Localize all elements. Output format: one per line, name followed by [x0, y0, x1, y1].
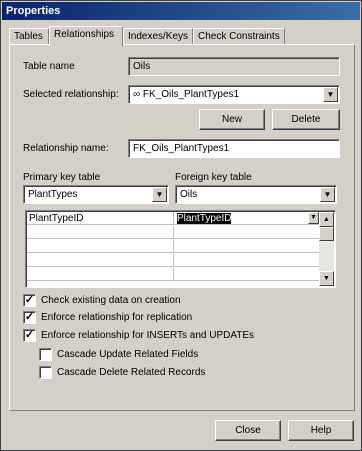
enforce-inserts-updates-label[interactable]: Enforce relationship for INSERTs and UPD… [41, 330, 254, 341]
enforce-replication-label[interactable]: Enforce relationship for replication [41, 312, 192, 323]
table-name-label: Table name [23, 61, 75, 72]
foreign-key-table-label: Foreign key table [175, 172, 252, 183]
primary-column-cell[interactable] [27, 240, 174, 253]
table-name-value: Oils [133, 61, 151, 72]
selected-relationship-value: ∞ FK_Oils_PlantTypes1 [133, 89, 240, 100]
help-button[interactable]: Help [288, 420, 354, 441]
foreign-key-table-value: Oils [180, 189, 198, 200]
primary-key-table-value: PlantTypes [28, 189, 78, 200]
grid-row[interactable] [27, 226, 320, 239]
selected-relationship-label: Selected relationship: [23, 89, 119, 100]
check-existing-checkbox[interactable]: ✓ [23, 294, 36, 307]
chevron-down-icon[interactable]: ▼ [308, 212, 319, 224]
window-title: Properties [6, 5, 61, 17]
relationship-name-value: FK_Oils_PlantTypes1 [133, 143, 230, 154]
primary-column-cell[interactable] [27, 254, 174, 267]
relationship-name-input[interactable]: FK_Oils_PlantTypes1 [128, 139, 340, 158]
cascade-update-label[interactable]: Cascade Update Related Fields [57, 349, 198, 360]
grid-row[interactable]: PlantTypeID PlantTypeID ▼ [27, 212, 320, 225]
foreign-key-table-dropdown[interactable]: Oils ▼ [175, 185, 337, 204]
relationship-name-label: Relationship name: [23, 143, 109, 154]
grid-row[interactable] [27, 240, 320, 253]
cascade-update-checkbox[interactable] [39, 348, 52, 361]
foreign-column-cell[interactable] [175, 254, 320, 267]
grid-row[interactable] [27, 254, 320, 267]
grid-row[interactable] [27, 268, 320, 281]
column-mapping-grid[interactable]: PlantTypeID PlantTypeID ▼ ▲ ▼ [25, 210, 336, 288]
scroll-thumb[interactable] [319, 227, 334, 241]
chevron-down-icon[interactable]: ▼ [323, 87, 338, 102]
primary-column-cell[interactable] [27, 226, 174, 239]
foreign-column-cell[interactable]: PlantTypeID ▼ [175, 212, 320, 225]
foreign-column-cell[interactable] [175, 268, 320, 281]
enforce-inserts-updates-checkbox[interactable]: ✓ [23, 329, 36, 342]
foreign-column-value: PlantTypeID [177, 213, 232, 224]
delete-button[interactable]: Delete [272, 109, 340, 130]
primary-column-cell[interactable]: PlantTypeID [27, 212, 174, 225]
tab-indexes-keys[interactable]: Indexes/Keys [123, 28, 193, 45]
tab-tables[interactable]: Tables [9, 28, 49, 45]
table-name-field: Oils [128, 57, 340, 76]
chevron-down-icon[interactable]: ▼ [320, 187, 335, 202]
selected-relationship-dropdown[interactable]: ∞ FK_Oils_PlantTypes1 ▼ [128, 85, 340, 104]
tab-check-constraints[interactable]: Check Constraints [193, 28, 285, 45]
primary-key-table-label: Primary key table [23, 172, 101, 183]
primary-column-cell[interactable] [27, 268, 174, 281]
scroll-up-icon[interactable]: ▲ [319, 212, 334, 227]
scroll-down-icon[interactable]: ▼ [319, 271, 334, 286]
chevron-down-icon[interactable]: ▼ [152, 187, 167, 202]
foreign-column-cell[interactable] [175, 226, 320, 239]
tab-relationships[interactable]: Relationships [49, 26, 123, 46]
cascade-delete-label[interactable]: Cascade Delete Related Records [57, 367, 205, 378]
grid-scrollbar[interactable]: ▲ ▼ [319, 212, 334, 286]
properties-dialog: Properties Tables Relationships Indexes/… [0, 0, 362, 451]
enforce-replication-checkbox[interactable]: ✓ [23, 311, 36, 324]
check-existing-label[interactable]: Check existing data on creation [41, 295, 181, 306]
title-bar[interactable]: Properties [2, 2, 360, 20]
cascade-delete-checkbox[interactable] [39, 366, 52, 379]
close-button[interactable]: Close [215, 420, 281, 441]
foreign-column-cell[interactable] [175, 240, 320, 253]
new-button[interactable]: New [199, 109, 265, 130]
primary-key-table-dropdown[interactable]: PlantTypes ▼ [23, 185, 169, 204]
